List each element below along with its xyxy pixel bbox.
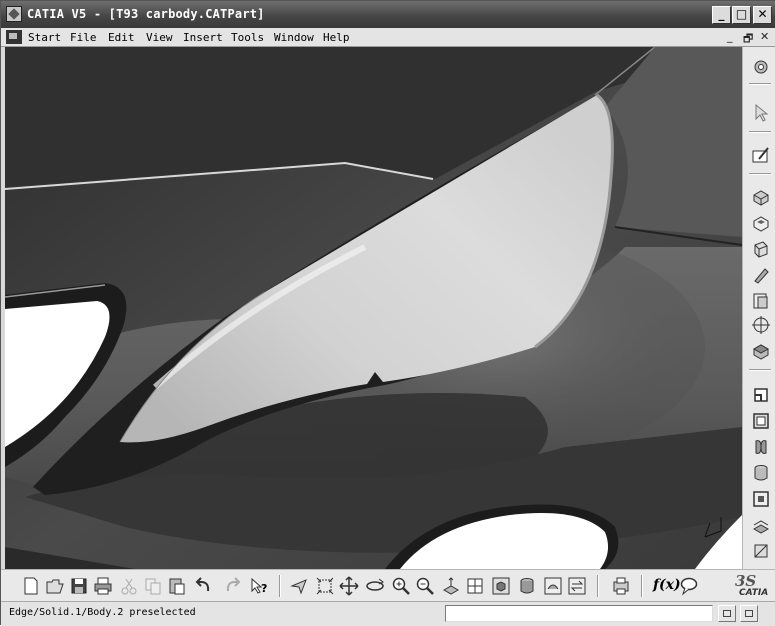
menu-bar: Start File Edit View Insert Tools Window…: [1, 28, 775, 47]
apply-icon: [723, 610, 731, 617]
window-title: CATIA V5 - [T93 carbody.CATPart]: [27, 7, 265, 21]
bottom-toolbar: ? f(x) 3S CATIA: [1, 569, 775, 601]
cancel-icon: [745, 610, 753, 617]
select-arrow-icon[interactable]: [751, 103, 771, 123]
toolbar-separator: [641, 575, 643, 597]
doc-minimize-button[interactable]: _: [727, 30, 733, 43]
copy-icon[interactable]: [143, 576, 163, 596]
catia-logo-text: CATIA: [739, 588, 769, 598]
zoom-out-icon[interactable]: [415, 576, 435, 596]
catia-window: CATIA V5 - [T93 carbody.CATPart] _ □ ✕ S…: [0, 0, 775, 626]
rotate-icon[interactable]: [365, 576, 385, 596]
fly-mode-icon[interactable]: [289, 576, 309, 596]
multi-view-icon[interactable]: [465, 576, 485, 596]
pocket-icon[interactable]: [751, 213, 771, 233]
chamfer-icon[interactable]: [751, 385, 771, 405]
boolean-icon[interactable]: [751, 541, 771, 561]
shaft-icon[interactable]: [751, 239, 771, 259]
fit-all-icon[interactable]: [315, 576, 335, 596]
command-apply-button[interactable]: [718, 605, 736, 622]
menu-tools[interactable]: Tools: [231, 31, 264, 44]
undo-icon[interactable]: [193, 576, 213, 596]
print-icon[interactable]: [93, 576, 113, 596]
stiffener-icon[interactable]: [751, 315, 771, 335]
comment-icon[interactable]: [679, 576, 699, 596]
new-icon[interactable]: [21, 576, 41, 596]
hole-icon[interactable]: [751, 291, 771, 311]
update-icon[interactable]: [611, 576, 631, 596]
menu-help[interactable]: Help: [323, 31, 350, 44]
open-icon[interactable]: [45, 576, 65, 596]
catia-logo: 3S CATIA: [731, 572, 771, 600]
swap-space-icon[interactable]: [567, 576, 587, 596]
draft-icon[interactable]: [751, 411, 771, 431]
zoom-in-icon[interactable]: [391, 576, 411, 596]
save-icon[interactable]: [69, 576, 89, 596]
minimize-button[interactable]: _: [712, 6, 731, 24]
menu-window[interactable]: Window: [274, 31, 314, 44]
menu-view[interactable]: View: [146, 31, 173, 44]
menu-start[interactable]: Start: [28, 31, 61, 44]
hide-show-icon[interactable]: [543, 576, 563, 596]
sketcher-settings-icon[interactable]: [751, 57, 771, 77]
pad-icon[interactable]: [751, 187, 771, 207]
toolbar-separator: [279, 575, 281, 597]
toolbar-separator: [749, 173, 771, 175]
thickness-icon[interactable]: [751, 515, 771, 535]
pan-icon[interactable]: [339, 576, 359, 596]
close-button[interactable]: ✕: [753, 6, 772, 24]
formula-icon[interactable]: f(x): [653, 577, 681, 593]
paste-icon[interactable]: [167, 576, 187, 596]
menu-insert[interactable]: Insert: [183, 31, 223, 44]
catia-app-icon[interactable]: [6, 6, 22, 22]
shading-icon[interactable]: [517, 576, 537, 596]
redo-icon[interactable]: [223, 576, 243, 596]
menu-edit[interactable]: Edit: [108, 31, 135, 44]
shell-icon[interactable]: [751, 437, 771, 457]
document-icon[interactable]: [6, 30, 22, 44]
toolbar-separator: [597, 575, 599, 597]
title-bar[interactable]: CATIA V5 - [T93 carbody.CATPart] _ □ ✕: [1, 1, 775, 28]
status-bar: Edge/Solid.1/Body.2 preselected: [1, 601, 775, 626]
command-input[interactable]: [445, 605, 713, 622]
car-body-render: [5, 47, 742, 569]
toolbar-separator: [749, 131, 771, 133]
pattern-icon[interactable]: [751, 489, 771, 509]
whats-this-icon[interactable]: ?: [249, 576, 269, 596]
right-toolbar: [742, 47, 775, 569]
rib-icon[interactable]: [751, 265, 771, 285]
sketcher-icon[interactable]: [751, 145, 771, 165]
doc-close-button[interactable]: ✕: [760, 30, 769, 43]
fillet-icon[interactable]: [751, 341, 771, 361]
status-message: Edge/Solid.1/Body.2 preselected: [9, 607, 196, 618]
menu-file[interactable]: File: [70, 31, 97, 44]
toolbar-separator: [749, 83, 771, 85]
cut-icon[interactable]: [119, 576, 139, 596]
iso-view-icon[interactable]: [491, 576, 511, 596]
maximize-button[interactable]: □: [732, 6, 751, 24]
3d-viewport[interactable]: [5, 47, 742, 569]
toolbar-separator: [749, 369, 771, 371]
command-cancel-button[interactable]: [740, 605, 758, 622]
svg-text:?: ?: [261, 582, 267, 595]
mirror-icon[interactable]: [751, 463, 771, 483]
normal-view-icon[interactable]: [441, 576, 461, 596]
